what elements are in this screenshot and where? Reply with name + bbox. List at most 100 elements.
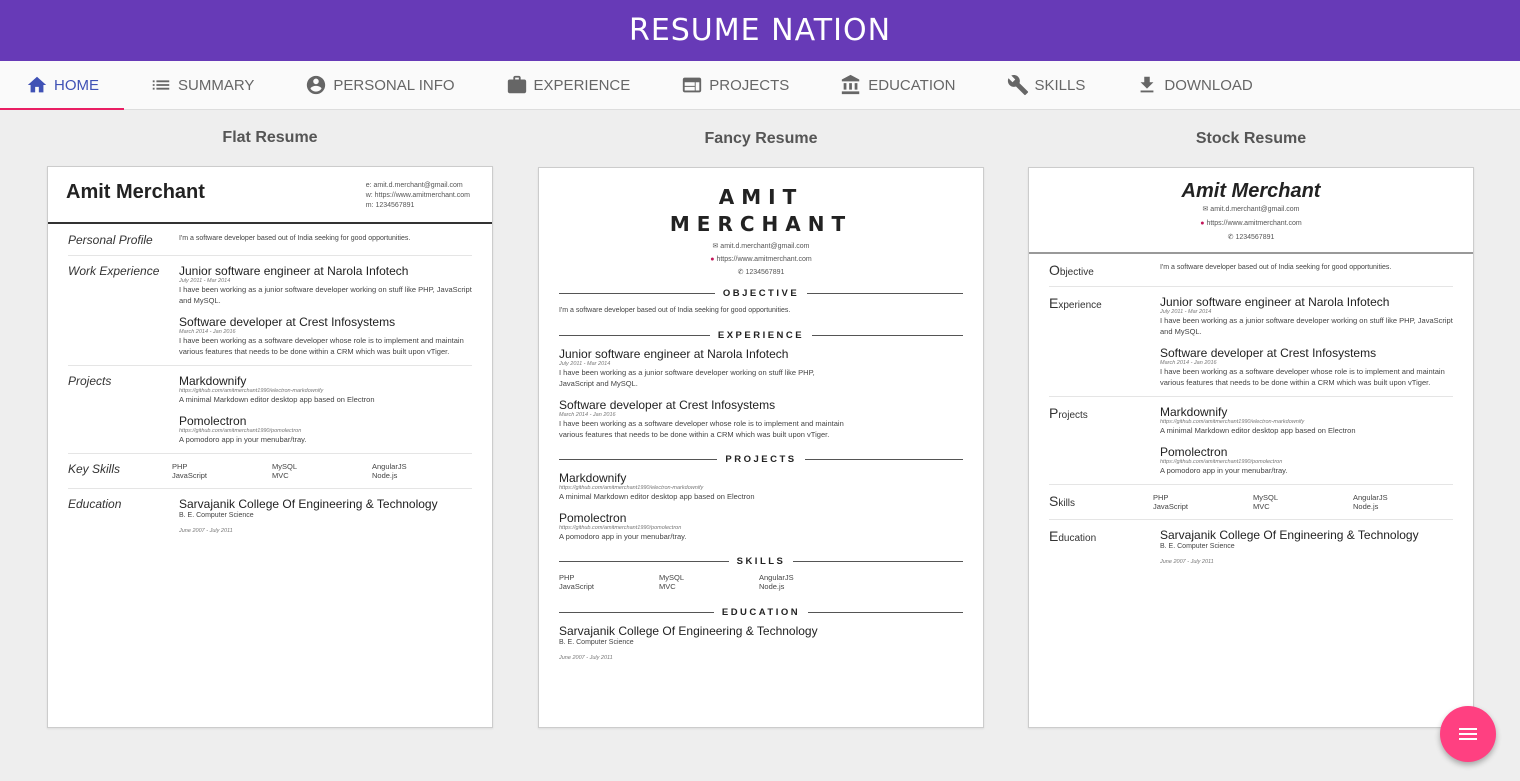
- job-desc: I have been working as a software develo…: [559, 419, 844, 439]
- stock-header: Amit Merchant ✉ amit.d.merchant@gmail.co…: [1029, 168, 1473, 254]
- skills-section: Skills PHP MySQL AngularJS JavaScript MV…: [1049, 485, 1453, 520]
- degree: B. E. Computer Science: [179, 512, 254, 519]
- project-name: Pomolectron: [179, 414, 247, 428]
- home-icon: [27, 76, 47, 93]
- menu-fab-button[interactable]: [1440, 706, 1496, 762]
- tab-home[interactable]: HOME: [0, 61, 124, 110]
- project-name: Markdownify: [179, 374, 247, 388]
- account-circle-icon: [307, 75, 326, 95]
- tab-skills[interactable]: SKILLS: [981, 61, 1111, 109]
- tab-experience-label: EXPERIENCE: [533, 76, 631, 94]
- tab-summary-label: SUMMARY: [178, 76, 255, 94]
- label-initial: O: [1049, 262, 1060, 278]
- objective-section: OBJECTIVE I'm a software developer based…: [559, 288, 963, 316]
- project-desc: A pomodoro app in your menubar/tray.: [179, 435, 307, 444]
- fancy-resume-card[interactable]: AMIT MERCHANT ✉ amit.d.merchant@gmail.co…: [538, 167, 984, 728]
- experience-section: EXPERIENCE Junior software engineer at N…: [559, 330, 963, 440]
- project-name: Markdownify: [1160, 405, 1228, 419]
- project-desc: A minimal Markdown editor desktop app ba…: [559, 492, 755, 501]
- project-desc: A pomodoro app in your menubar/tray.: [1160, 466, 1288, 475]
- tab-skills-label: SKILLS: [1034, 76, 1086, 94]
- project-desc: A minimal Markdown editor desktop app ba…: [179, 395, 375, 404]
- project-name: Markdownify: [559, 471, 627, 485]
- flat-header: Amit Merchant e: amit.d.merchant@gmail.c…: [48, 167, 492, 224]
- section-label: Education: [1049, 528, 1160, 565]
- project-name: Pomolectron: [559, 511, 627, 525]
- label-rest: ducation: [1058, 533, 1097, 544]
- skill-item: MVC: [272, 471, 289, 480]
- tab-download[interactable]: DOWNLOAD: [1110, 61, 1277, 109]
- skill-item: AngularJS: [372, 462, 407, 471]
- skill-item: AngularJS: [1353, 493, 1388, 502]
- skill-item: Node.js: [759, 582, 785, 591]
- section-label: Projects: [68, 374, 112, 388]
- stock-resume-card[interactable]: Amit Merchant ✉ amit.d.merchant@gmail.co…: [1028, 167, 1474, 728]
- label-rest: bjective: [1059, 267, 1094, 278]
- tab-experience[interactable]: EXPERIENCE: [480, 61, 656, 109]
- list-icon: [152, 80, 170, 90]
- section-label: Education: [68, 497, 122, 511]
- skill-item: Node.js: [1353, 502, 1379, 511]
- label-initial: S: [1049, 493, 1059, 509]
- website-text: w: https://www.amitmerchant.com: [365, 192, 470, 199]
- project-entry: Pomolectron https://github.com/amitmerch…: [179, 414, 472, 445]
- label-initial: E: [1049, 295, 1059, 311]
- flat-resume-title: Flat Resume: [222, 129, 318, 146]
- section-label: Projects: [1049, 405, 1160, 476]
- tab-projects[interactable]: PROJECTS: [655, 61, 814, 109]
- tab-education-label: EDUCATION: [868, 76, 956, 94]
- projects-section: PROJECTS Markdownify https://github.com/…: [559, 454, 963, 542]
- job-entry: Junior software engineer at Narola Infot…: [179, 264, 472, 306]
- profile-text: I'm a software developer based out of In…: [179, 235, 411, 242]
- tab-summary[interactable]: SUMMARY: [124, 61, 279, 109]
- app-bar: RESUME NATION: [0, 0, 1520, 61]
- website-text: https://www.amitmerchant.com: [1206, 220, 1302, 227]
- briefcase-icon: [507, 75, 526, 94]
- email-text: amit.d.merchant@gmail.com: [1210, 206, 1300, 213]
- job-desc: I have been working as a software develo…: [179, 336, 464, 356]
- projects-section: Projects Markdownify https://github.com/…: [68, 366, 472, 454]
- contact-block: ✉ amit.d.merchant@gmail.com ● https://ww…: [539, 240, 983, 279]
- work-section: Work Experience Junior software engineer…: [68, 256, 472, 366]
- tab-personal-info[interactable]: PERSONAL INFO: [279, 61, 479, 109]
- section-label: Skills: [1049, 493, 1153, 511]
- email-text: e: amit.d.merchant@gmail.com: [365, 182, 463, 189]
- job-entry: Software developer at Crest Infosystems …: [1160, 346, 1453, 388]
- institution-icon: [842, 74, 860, 95]
- skill-item: MVC: [1253, 502, 1270, 511]
- job-desc: I have been working as a software develo…: [1160, 367, 1445, 387]
- tab-education[interactable]: EDUCATION: [814, 61, 980, 109]
- label-initial: E: [1049, 528, 1059, 544]
- label-rest: kills: [1058, 498, 1076, 509]
- resume-name: Amit Merchant: [1181, 180, 1321, 202]
- school-name: Sarvajanik College Of Engineering & Tech…: [1160, 528, 1419, 542]
- label-rest: xperience: [1058, 300, 1102, 311]
- profile-text: I'm a software developer based out of In…: [559, 307, 791, 314]
- job-entry: Junior software engineer at Narola Infot…: [559, 347, 963, 389]
- website-text: https://www.amitmerchant.com: [716, 256, 812, 263]
- skill-item: AngularJS: [759, 573, 794, 582]
- skills-section: Key Skills PHP MySQL AngularJS JavaScrip…: [68, 454, 472, 489]
- education-section: Education Sarvajanik College Of Engineer…: [1049, 520, 1453, 573]
- skill-item: MySQL: [659, 573, 685, 582]
- section-heading: EXPERIENCE: [717, 330, 805, 341]
- skill-item: PHP: [172, 462, 188, 471]
- skills-section: SKILLS PHP MySQL AngularJS JavaScript MV…: [559, 556, 963, 591]
- job-title: Junior software engineer at Narola Infot…: [179, 264, 409, 278]
- skills-grid: PHP MySQL AngularJS JavaScript MVC Node.…: [1153, 493, 1453, 511]
- flat-resume-card[interactable]: Amit Merchant e: amit.d.merchant@gmail.c…: [47, 166, 493, 728]
- job-title: Software developer at Crest Infosystems: [559, 398, 776, 412]
- phone-text: m: 1234567891: [365, 202, 415, 209]
- nav-tabs: HOME SUMMARY PERSONAL INFO EXPERIENCE PR…: [0, 61, 1520, 110]
- job-title: Software developer at Crest Infosystems: [1160, 346, 1377, 360]
- experience-section: Experience Junior software engineer at N…: [1049, 287, 1453, 397]
- education-dates: June 2007 - July 2011: [179, 528, 233, 534]
- flat-resume-column: Flat Resume Amit Merchant e: amit.d.merc…: [47, 110, 493, 728]
- job-desc: I have been working as a junior software…: [179, 285, 472, 305]
- project-desc: A minimal Markdown editor desktop app ba…: [1160, 426, 1356, 435]
- education-dates: June 2007 - July 2011: [1160, 559, 1214, 565]
- job-entry: Software developer at Crest Infosystems …: [559, 398, 963, 440]
- project-entry: Pomolectron https://github.com/amitmerch…: [1160, 445, 1453, 476]
- menu-icon: [1459, 728, 1477, 740]
- projects-section: Projects Markdownify https://github.com/…: [1049, 397, 1453, 485]
